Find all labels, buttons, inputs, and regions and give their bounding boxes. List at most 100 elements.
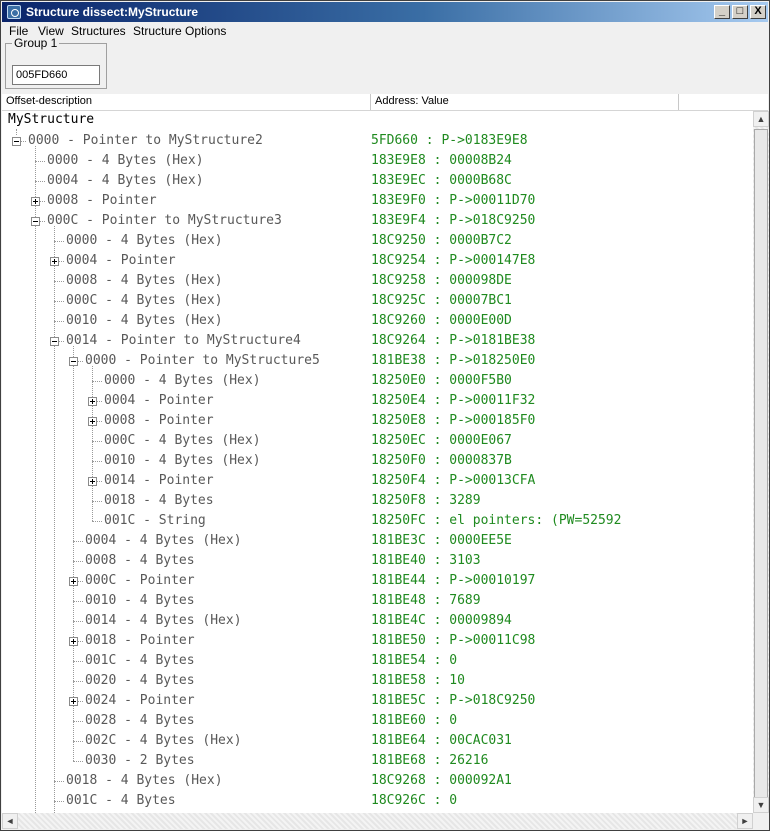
vertical-scroll-thumb[interactable] bbox=[754, 129, 768, 817]
offset-description: 0004 - Pointer bbox=[104, 393, 214, 408]
tree-row[interactable]: 0000 - 4 Bytes (Hex) 18C9250 : 0000B7C2 bbox=[2, 231, 753, 251]
tree-connector-line bbox=[73, 661, 83, 662]
tree-row[interactable]: 0018 - 4 Bytes (Hex) 18C9268 : 000092A1 bbox=[2, 771, 753, 791]
tree-row[interactable]: 0000 - 4 Bytes (Hex) 18250E0 : 0000F5B0 bbox=[2, 371, 753, 391]
tree-row[interactable]: 0004 - Pointer 18C9254 : P->000147E8 bbox=[2, 251, 753, 271]
offset-description: 0004 - 4 Bytes (Hex) bbox=[47, 173, 204, 188]
tree-row[interactable]: 0008 - Pointer 18250E8 : P->000185F0 bbox=[2, 411, 753, 431]
expand-plus-icon[interactable] bbox=[88, 397, 97, 406]
collapse-minus-icon[interactable] bbox=[31, 217, 40, 226]
tree-connector-line bbox=[54, 801, 64, 802]
tree-row[interactable]: 0010 - 4 Bytes 181BE48 : 7689 bbox=[2, 591, 753, 611]
offset-description: 0008 - 4 Bytes bbox=[85, 553, 195, 568]
header-address-value[interactable]: Address: Value bbox=[371, 94, 679, 110]
offset-description: 0010 - 4 Bytes bbox=[85, 593, 195, 608]
offset-description: 000C - 4 Bytes (Hex) bbox=[66, 293, 223, 308]
tree-row[interactable]: 002C - 4 Bytes (Hex) 181BE64 : 00CAC031 bbox=[2, 731, 753, 751]
tree-row[interactable]: 0010 - 4 Bytes (Hex) 18250F0 : 0000837B bbox=[2, 451, 753, 471]
tree-row[interactable]: 0024 - Pointer 181BE5C : P->018C9250 bbox=[2, 691, 753, 711]
tree-row[interactable]: 0018 - Pointer 181BE50 : P->00011C98 bbox=[2, 631, 753, 651]
offset-description: 0014 - Pointer bbox=[104, 473, 214, 488]
vertical-scrollbar[interactable]: ▲ ▼ bbox=[753, 111, 769, 817]
expand-plus-icon[interactable] bbox=[69, 577, 78, 586]
menu-structure-options[interactable]: Structure Options bbox=[133, 24, 226, 38]
address-value: 181BE3C : 0000EE5E bbox=[371, 533, 512, 548]
address-value: 18C9264 : P->0181BE38 bbox=[371, 333, 536, 348]
tree-connector-line bbox=[73, 601, 83, 602]
tree-row[interactable]: 0008 - Pointer 183E9F0 : P->00011D70 bbox=[2, 191, 753, 211]
address-value: 181BE68 : 26216 bbox=[371, 753, 489, 768]
horizontal-scrollbar[interactable]: ◄ ► bbox=[2, 813, 753, 829]
tree-row[interactable]: 0014 - 4 Bytes (Hex) 181BE4C : 00009894 bbox=[2, 611, 753, 631]
offset-description: 0004 - Pointer bbox=[66, 253, 176, 268]
tree-row[interactable]: 001C - String 18250FC : el pointers: (PW=… bbox=[2, 511, 753, 531]
address-value: 18C925C : 00007BC1 bbox=[371, 293, 512, 308]
tree-connector-line bbox=[73, 681, 83, 682]
expand-plus-icon[interactable] bbox=[88, 417, 97, 426]
header-offset-description[interactable]: Offset-description bbox=[2, 94, 371, 110]
address-value: 18250FC : el pointers: (PW=52592 bbox=[371, 513, 622, 528]
offset-description: 000C - 4 Bytes (Hex) bbox=[104, 433, 261, 448]
group-address-input[interactable] bbox=[12, 65, 100, 85]
scroll-left-button[interactable]: ◄ bbox=[2, 813, 18, 829]
collapse-minus-icon[interactable] bbox=[69, 357, 78, 366]
structure-tree[interactable]: MyStructure 0000 - Pointer to MyStructur… bbox=[2, 111, 753, 813]
tree-row[interactable]: 000C - 4 Bytes (Hex) 18C925C : 00007BC1 bbox=[2, 291, 753, 311]
scroll-up-button[interactable]: ▲ bbox=[753, 111, 769, 127]
tree-row[interactable]: 001C - 4 Bytes 18C926C : 0 bbox=[2, 791, 753, 811]
expand-plus-icon[interactable] bbox=[50, 257, 59, 266]
offset-description: 0004 - 4 Bytes (Hex) bbox=[85, 533, 242, 548]
collapse-minus-icon[interactable] bbox=[12, 137, 21, 146]
offset-description: 0000 - 4 Bytes (Hex) bbox=[104, 373, 261, 388]
tree-row[interactable]: 0018 - 4 Bytes 18250F8 : 3289 bbox=[2, 491, 753, 511]
minimize-button[interactable]: _ bbox=[714, 5, 730, 19]
tree-row[interactable]: 000C - Pointer 181BE44 : P->00010197 bbox=[2, 571, 753, 591]
expand-plus-icon[interactable] bbox=[69, 697, 78, 706]
collapse-minus-icon[interactable] bbox=[50, 337, 59, 346]
tree-row[interactable]: 0014 - Pointer to MyStructure4 18C9264 : … bbox=[2, 331, 753, 351]
tree-row[interactable]: 0000 - 4 Bytes (Hex) 183E9E8 : 00008B24 bbox=[2, 151, 753, 171]
close-button[interactable]: X bbox=[750, 5, 766, 19]
offset-description: 0028 - 4 Bytes bbox=[85, 713, 195, 728]
maximize-button[interactable]: □ bbox=[732, 5, 748, 19]
tree-row[interactable]: 0008 - 4 Bytes 181BE40 : 3103 bbox=[2, 551, 753, 571]
address-value: 181BE40 : 3103 bbox=[371, 553, 481, 568]
tree-row[interactable]: 0004 - Pointer 18250E4 : P->00011F32 bbox=[2, 391, 753, 411]
offset-description: 0024 - Pointer bbox=[85, 693, 195, 708]
scroll-down-button[interactable]: ▼ bbox=[753, 797, 769, 813]
address-value: 18250F4 : P->00013CFA bbox=[371, 473, 536, 488]
scroll-right-button[interactable]: ► bbox=[737, 813, 753, 829]
offset-description: 0020 - 4 Bytes bbox=[85, 673, 195, 688]
tree-row[interactable]: 0028 - 4 Bytes 181BE60 : 0 bbox=[2, 711, 753, 731]
tree-connector-line bbox=[54, 321, 64, 322]
tree-row[interactable]: 0030 - 2 Bytes 181BE68 : 26216 bbox=[2, 751, 753, 771]
offset-description: 0000 - Pointer to MyStructure2 bbox=[28, 133, 263, 148]
tree-row[interactable]: 0010 - 4 Bytes (Hex) 18C9260 : 0000E00D bbox=[2, 311, 753, 331]
tree-connector-line bbox=[92, 441, 102, 442]
tree-root-label[interactable]: MyStructure bbox=[8, 112, 94, 127]
expand-plus-icon[interactable] bbox=[31, 197, 40, 206]
tree-row[interactable]: 0008 - 4 Bytes (Hex) 18C9258 : 000098DE bbox=[2, 271, 753, 291]
tree-row[interactable]: 000C - 4 Bytes (Hex) 18250EC : 0000E067 bbox=[2, 431, 753, 451]
menu-structures[interactable]: Structures bbox=[71, 24, 126, 38]
offset-description: 0018 - Pointer bbox=[85, 633, 195, 648]
offset-description: 0000 - Pointer to MyStructure5 bbox=[85, 353, 320, 368]
tree-row[interactable]: 001C - 4 Bytes 181BE54 : 0 bbox=[2, 651, 753, 671]
address-value: 18250E8 : P->000185F0 bbox=[371, 413, 536, 428]
expand-plus-icon[interactable] bbox=[69, 637, 78, 646]
tree-row[interactable]: 0014 - Pointer 18250F4 : P->00013CFA bbox=[2, 471, 753, 491]
address-value: 18C9260 : 0000E00D bbox=[371, 313, 512, 328]
tree-connector-line bbox=[54, 781, 64, 782]
tree-row[interactable]: 0000 - Pointer to MyStructure2 5FD660 : P… bbox=[2, 131, 753, 151]
offset-description: 0018 - 4 Bytes (Hex) bbox=[66, 773, 223, 788]
tree-row[interactable]: 0004 - 4 Bytes (Hex) 181BE3C : 0000EE5E bbox=[2, 531, 753, 551]
tree-row[interactable]: 000C - Pointer to MyStructure3 183E9F4 : … bbox=[2, 211, 753, 231]
expand-plus-icon[interactable] bbox=[88, 477, 97, 486]
offset-description: 0018 - 4 Bytes bbox=[104, 493, 214, 508]
address-value: 18C9250 : 0000B7C2 bbox=[371, 233, 512, 248]
address-value: 181BE5C : P->018C9250 bbox=[371, 693, 536, 708]
tree-row[interactable]: 0004 - 4 Bytes (Hex) 183E9EC : 0000B68C bbox=[2, 171, 753, 191]
tree-row[interactable]: 0020 - 4 Bytes 181BE58 : 10 bbox=[2, 671, 753, 691]
tree-row[interactable]: 0000 - Pointer to MyStructure5 181BE38 : … bbox=[2, 351, 753, 371]
title-bar[interactable]: Structure dissect:MyStructure _ □ X bbox=[2, 2, 768, 22]
